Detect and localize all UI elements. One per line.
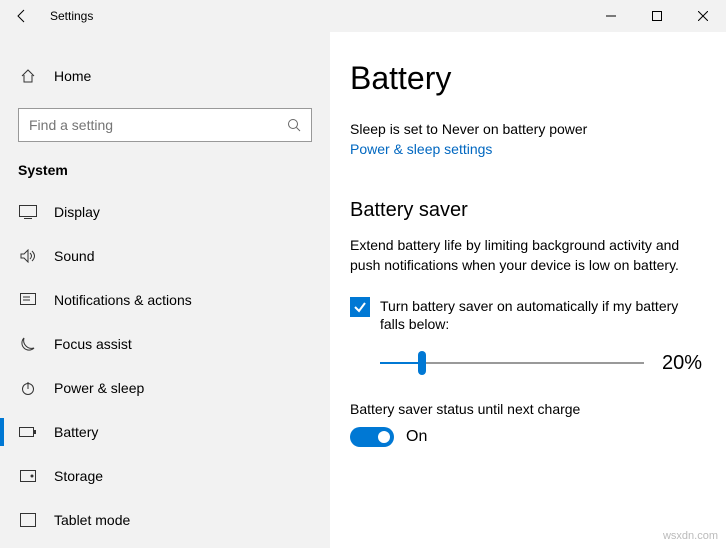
auto-saver-label: Turn battery saver on automatically if m… bbox=[380, 297, 702, 333]
storage-icon bbox=[18, 470, 38, 482]
auto-saver-option[interactable]: Turn battery saver on automatically if m… bbox=[350, 297, 702, 333]
nav-battery[interactable]: Battery bbox=[0, 410, 330, 454]
home-icon bbox=[18, 68, 38, 84]
tablet-icon bbox=[18, 513, 38, 527]
sound-icon bbox=[18, 249, 38, 263]
home-label: Home bbox=[54, 68, 91, 84]
nav-label: Notifications & actions bbox=[54, 292, 192, 308]
home-link[interactable]: Home bbox=[0, 56, 330, 96]
nav-focus-assist[interactable]: Focus assist bbox=[0, 322, 330, 366]
search-icon bbox=[277, 118, 311, 132]
watermark: wsxdn.com bbox=[663, 530, 718, 542]
nav-label: Battery bbox=[54, 424, 98, 440]
page-title: Battery bbox=[350, 60, 702, 97]
threshold-value: 20% bbox=[662, 352, 702, 375]
nav-label: Display bbox=[54, 204, 100, 220]
nav-sound[interactable]: Sound bbox=[0, 234, 330, 278]
nav-notifications[interactable]: Notifications & actions bbox=[0, 278, 330, 322]
nav-label: Storage bbox=[54, 468, 103, 484]
saver-toggle[interactable] bbox=[350, 427, 394, 447]
window-title: Settings bbox=[44, 9, 588, 23]
nav-power-sleep[interactable]: Power & sleep bbox=[0, 366, 330, 410]
search-box[interactable] bbox=[18, 108, 312, 142]
threshold-slider-row: 20% bbox=[380, 352, 702, 375]
nav-label: Focus assist bbox=[54, 336, 132, 352]
power-icon bbox=[18, 380, 38, 396]
back-button[interactable] bbox=[0, 0, 44, 32]
battery-icon bbox=[18, 426, 38, 438]
slider-fill bbox=[380, 362, 422, 364]
category-header: System bbox=[0, 156, 330, 190]
saver-status-label: Battery saver status until next charge bbox=[350, 401, 702, 417]
battery-saver-heading: Battery saver bbox=[350, 199, 702, 222]
close-button[interactable] bbox=[680, 0, 726, 32]
search-input[interactable] bbox=[19, 117, 277, 133]
notifications-icon bbox=[18, 293, 38, 307]
nav-label: Sound bbox=[54, 248, 94, 264]
content: Battery Sleep is set to Never on battery… bbox=[330, 32, 726, 548]
titlebar: Settings bbox=[0, 0, 726, 32]
display-icon bbox=[18, 205, 38, 219]
sidebar: Home System Display Sound Notifications … bbox=[0, 32, 330, 548]
slider-thumb[interactable] bbox=[418, 351, 426, 375]
focus-assist-icon bbox=[18, 336, 38, 352]
toggle-knob bbox=[378, 431, 390, 443]
nav-storage[interactable]: Storage bbox=[0, 454, 330, 498]
threshold-slider[interactable] bbox=[380, 362, 644, 364]
nav-tablet-mode[interactable]: Tablet mode bbox=[0, 498, 330, 542]
nav-display[interactable]: Display bbox=[0, 190, 330, 234]
power-sleep-link[interactable]: Power & sleep settings bbox=[350, 141, 492, 157]
maximize-button[interactable] bbox=[634, 0, 680, 32]
window-controls bbox=[588, 0, 726, 32]
saver-toggle-row: On bbox=[350, 427, 702, 447]
checkbox-icon[interactable] bbox=[350, 297, 370, 317]
nav-label: Tablet mode bbox=[54, 512, 130, 528]
sleep-info: Sleep is set to Never on battery power bbox=[350, 121, 702, 137]
battery-saver-desc: Extend battery life by limiting backgrou… bbox=[350, 236, 702, 275]
toggle-text: On bbox=[406, 428, 427, 446]
minimize-button[interactable] bbox=[588, 0, 634, 32]
nav-label: Power & sleep bbox=[54, 380, 144, 396]
